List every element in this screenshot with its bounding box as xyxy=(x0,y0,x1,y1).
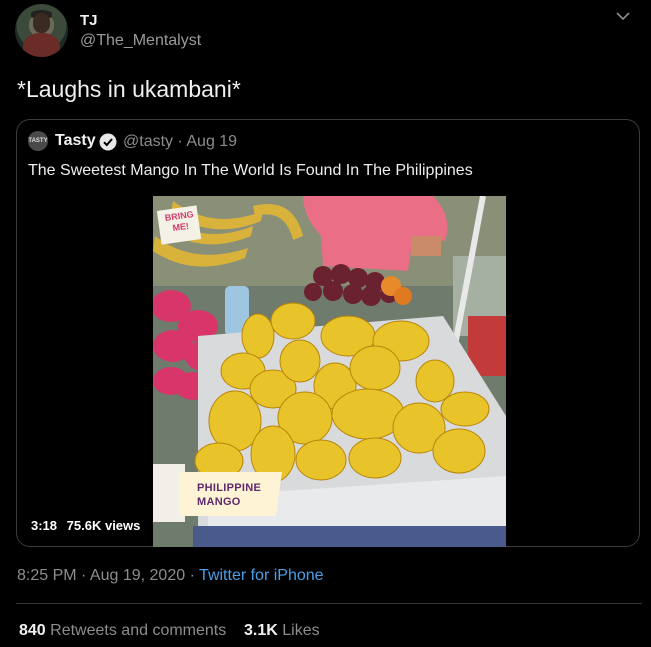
tasty-logo[interactable]: TASTY xyxy=(28,131,48,151)
caption-line-2: MANGO xyxy=(197,496,241,508)
likes-label[interactable]: Likes xyxy=(282,622,319,639)
caption-box: PHILIPPINE MANGO xyxy=(179,472,282,516)
quoted-author-name[interactable]: Tasty xyxy=(55,132,96,150)
video-thumbnail[interactable]: BRING ME! PHILIPPINE MANGO xyxy=(153,196,506,547)
quoted-text: The Sweetest Mango In The World Is Found… xyxy=(28,162,473,179)
likes-count[interactable]: 3.1K xyxy=(244,622,278,639)
divider xyxy=(16,603,642,604)
avatar-torso xyxy=(23,33,60,57)
verified-badge-icon xyxy=(99,133,117,151)
quoted-tweet[interactable]: TASTY Tasty @tasty · Aug 19 The Sweetest… xyxy=(16,119,640,547)
caption-line-1: PHILIPPINE xyxy=(197,482,262,494)
retweets-count[interactable]: 840 xyxy=(19,622,46,639)
avatar[interactable] xyxy=(15,4,68,57)
video-views: 75.6K views xyxy=(66,518,141,533)
chevron-down-icon[interactable] xyxy=(615,10,631,22)
video-duration: 3:18 xyxy=(31,518,58,533)
retweets-label[interactable]: Retweets and comments xyxy=(50,622,226,639)
author-name[interactable]: TJ xyxy=(80,12,98,29)
tweet-timestamp: 8:25 PM · Aug 19, 2020 · Twitter for iPh… xyxy=(17,567,324,585)
timestamp-text[interactable]: 8:25 PM · Aug 19, 2020 · xyxy=(17,567,199,584)
client-link[interactable]: Twitter for iPhone xyxy=(199,567,324,584)
tweet-text: *Laughs in ukambani* xyxy=(17,76,241,102)
avatar-head xyxy=(33,13,50,33)
author-handle[interactable]: @The_Mentalyst xyxy=(80,32,201,50)
video-stats: 3:18 75.6K views xyxy=(31,518,146,533)
engagement-counts: 840 Retweets and comments 3.1K Likes xyxy=(19,622,320,640)
quoted-meta: @tasty · Aug 19 xyxy=(123,133,238,150)
